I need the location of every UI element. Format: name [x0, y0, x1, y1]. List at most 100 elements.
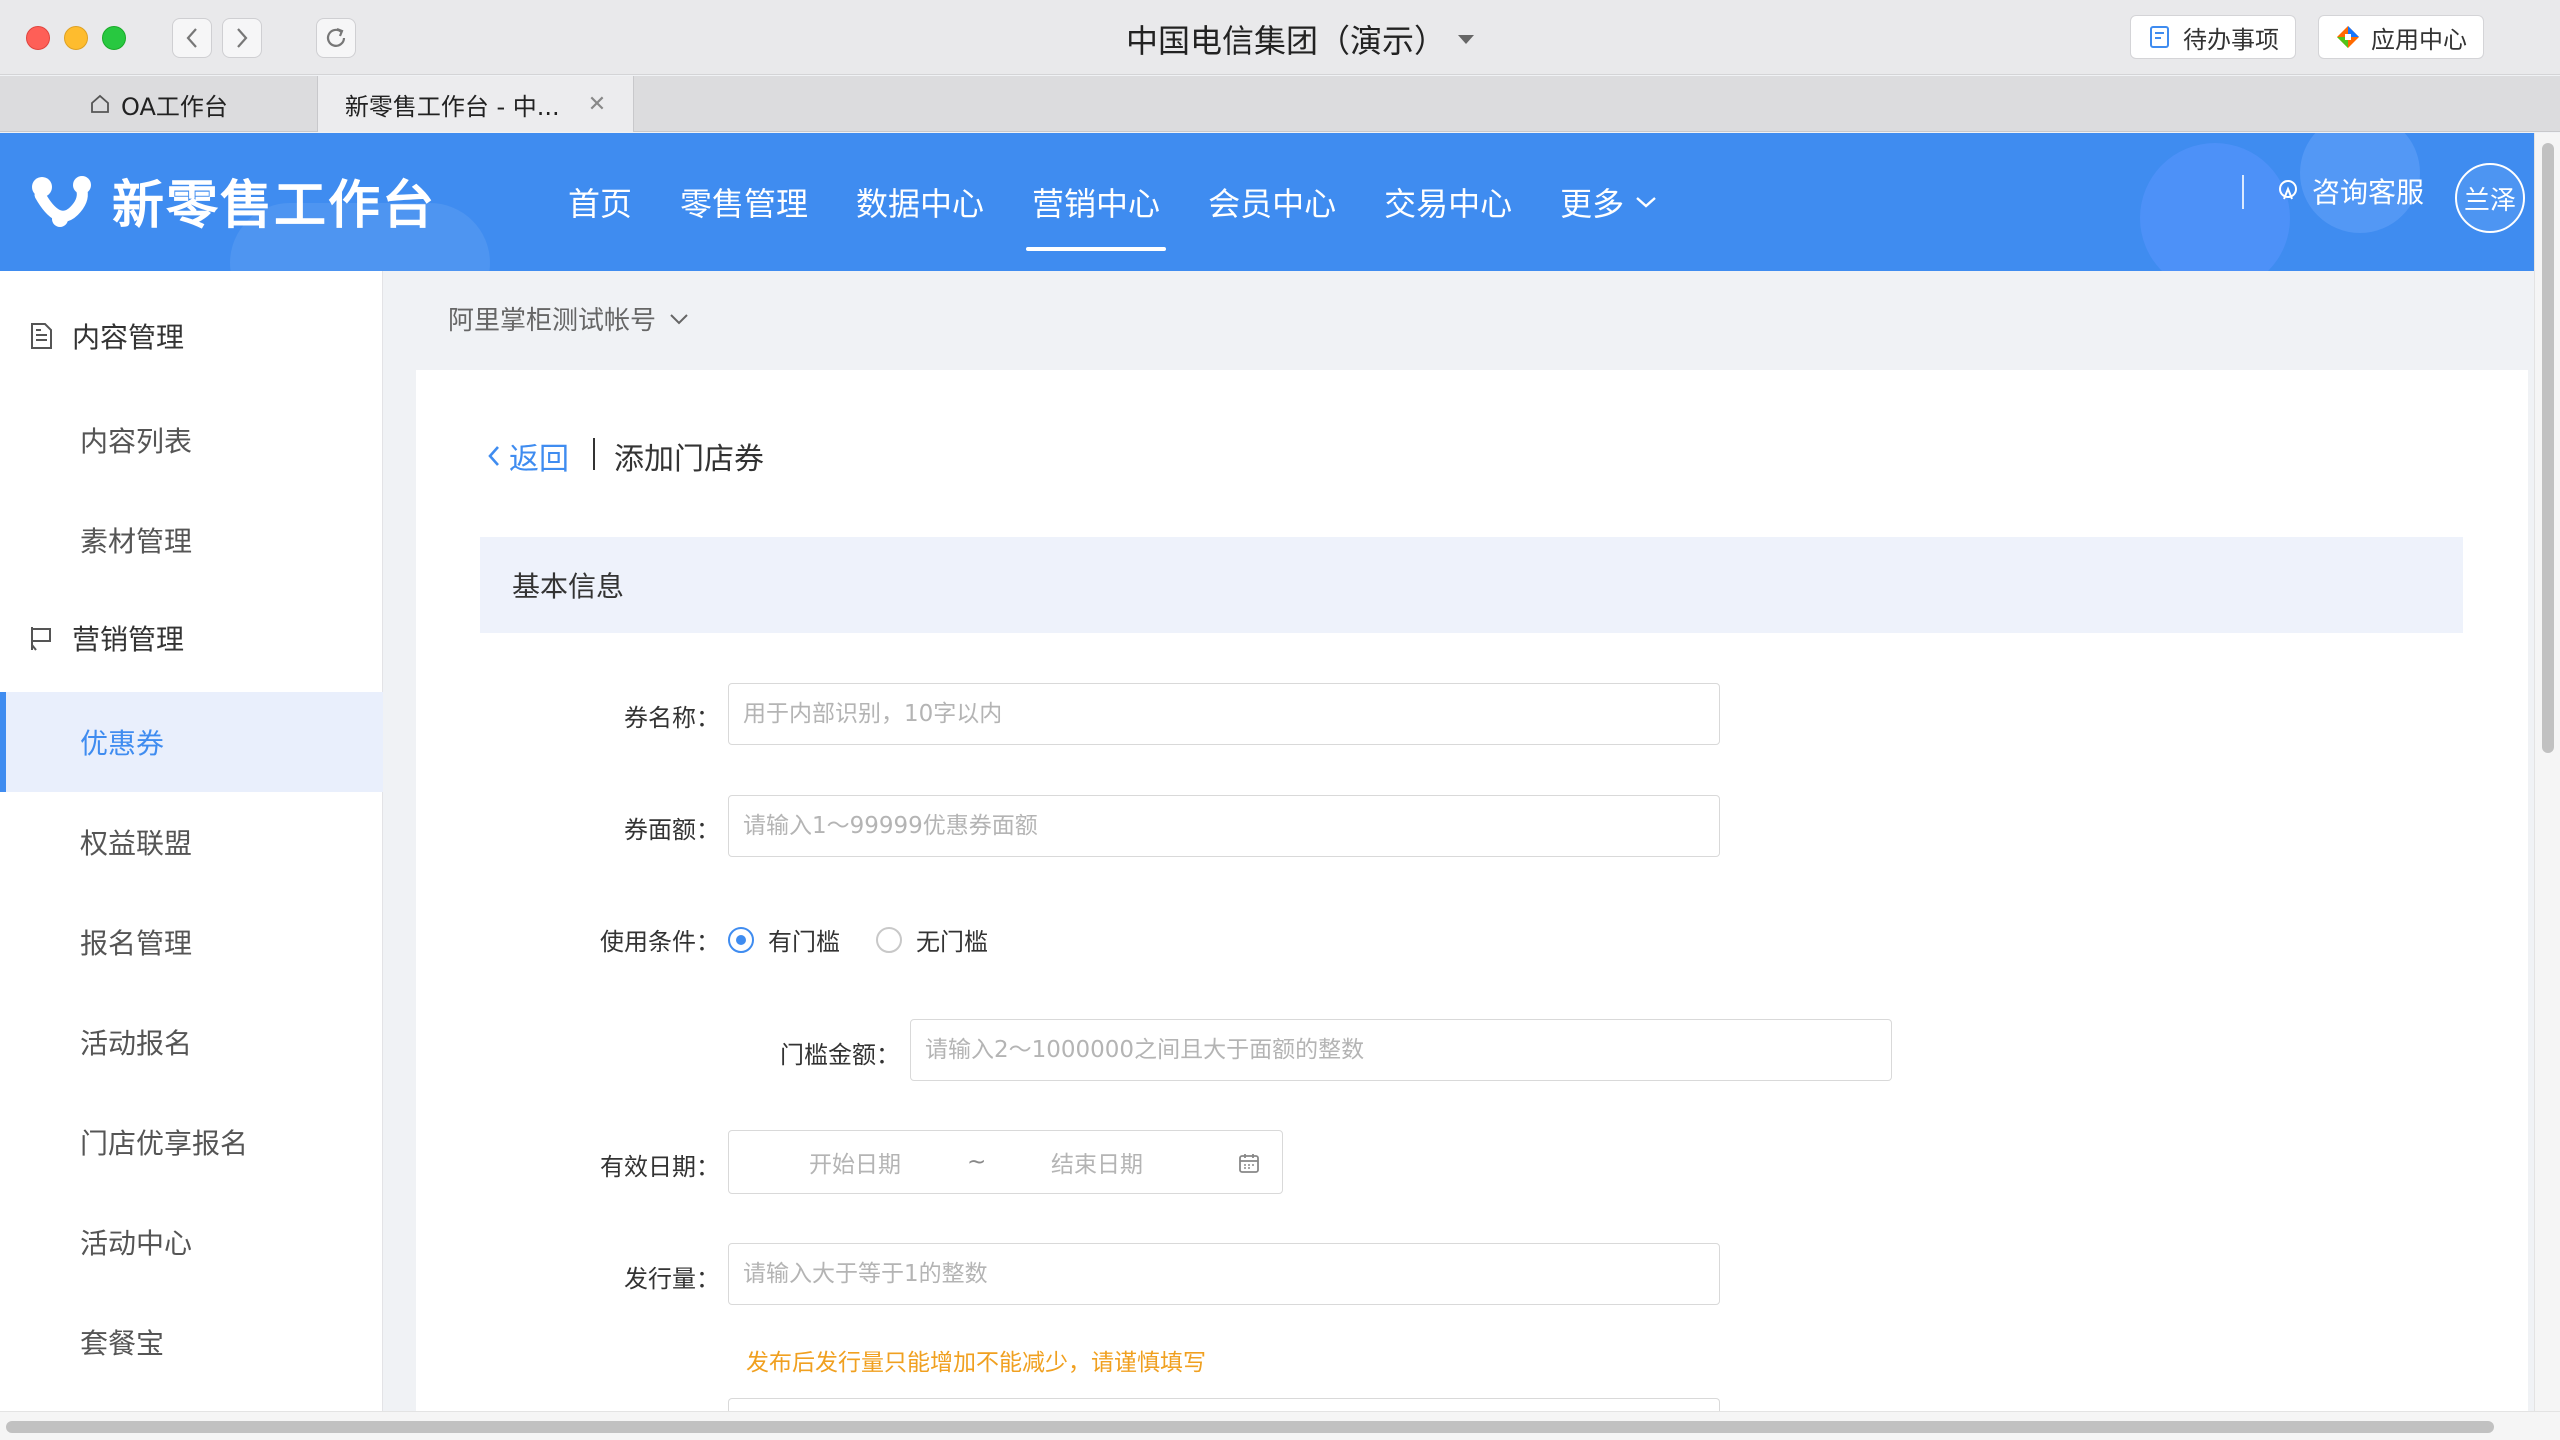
reload-button[interactable] [316, 18, 356, 58]
forward-nav-button[interactable] [222, 18, 262, 58]
coupon-name-label: 券名称： [624, 704, 720, 732]
coupon-name-input[interactable] [728, 683, 1720, 745]
sidebar-item-label: 报名管理 [80, 927, 193, 960]
nav-label: 零售管理 [680, 185, 809, 223]
reload-icon [326, 27, 346, 47]
header-divider [2242, 175, 2244, 209]
radio-label: 无门槛 [916, 928, 988, 956]
app-header: 新零售工作台 首页 零售管理 数据中心 营销中心 会员中心 交易中心 更多 咨询… [0, 133, 2534, 271]
main-nav: 首页 零售管理 数据中心 营销中心 会员中心 交易中心 更多 [548, 133, 1686, 271]
window-title[interactable]: 中国电信集团（演示） [1080, 16, 1520, 62]
todo-label: 待办事项 [2183, 25, 2279, 54]
section-title: 基本信息 [512, 570, 625, 603]
tab-retail-workbench[interactable]: 新零售工作台 - 中... ✕ [318, 76, 634, 132]
sidebar-item-package[interactable]: 套餐宝 [0, 1292, 383, 1392]
chevron-left-icon [488, 446, 499, 466]
customer-service-link[interactable]: 咨询客服 [2274, 171, 2424, 211]
avatar-text: 兰泽 [2463, 185, 2516, 216]
sidebar-item-label: 活动报名 [80, 1027, 193, 1060]
nav-label: 会员中心 [1208, 185, 1337, 223]
vertical-scrollbar-thumb[interactable] [2542, 143, 2554, 753]
usage-condition-label: 使用条件： [600, 928, 720, 956]
document-icon [31, 323, 52, 349]
radio-label: 有门槛 [768, 928, 840, 956]
tab-label: OA工作台 [121, 92, 228, 121]
quantity-hint: 发布后发行量只能增加不能减少，请谨慎填写 [746, 1350, 1206, 1376]
nav-label: 数据中心 [856, 185, 985, 223]
account-selector[interactable]: 阿里掌柜测试帐号 [448, 300, 690, 337]
tab-oa-workbench[interactable]: OA工作台 [0, 76, 318, 132]
coupon-amount-label: 券面额： [624, 816, 720, 844]
sidebar-item-materials[interactable]: 素材管理 [0, 490, 383, 590]
nav-label: 营销中心 [1032, 185, 1161, 223]
logo-text: 新零售工作台 [112, 176, 437, 236]
nav-trade-center[interactable]: 交易中心 [1364, 133, 1532, 271]
tab-label: 新零售工作台 - 中... [344, 92, 560, 121]
close-tab-icon[interactable]: ✕ [588, 92, 606, 117]
sidebar-item-label: 活动中心 [80, 1227, 193, 1260]
service-label: 咨询客服 [2312, 176, 2425, 209]
minimize-window-button[interactable] [64, 26, 88, 50]
threshold-amount-label: 门槛金额： [780, 1041, 900, 1069]
vertical-scrollbar[interactable] [2534, 133, 2560, 1415]
app-center-label: 应用中心 [2371, 25, 2467, 54]
chevron-left-icon [186, 28, 197, 48]
radio-checked-icon [728, 926, 754, 953]
close-window-button[interactable] [26, 26, 50, 50]
threshold-amount-input[interactable] [910, 1019, 1892, 1081]
sidebar-item-label: 优惠券 [80, 727, 165, 760]
nav-label: 首页 [568, 185, 633, 223]
coupon-amount-input[interactable] [728, 795, 1720, 857]
sidebar-group-marketing[interactable]: 营销管理 [0, 598, 383, 678]
user-avatar[interactable]: 兰泽 [2455, 163, 2525, 233]
chevron-down-icon [670, 313, 688, 324]
sidebar-group-label: 营销管理 [72, 623, 185, 656]
quantity-input[interactable] [728, 1243, 1720, 1305]
valid-date-label: 有效日期： [600, 1153, 720, 1181]
flag-icon [31, 627, 51, 651]
horizontal-scrollbar[interactable] [0, 1411, 2560, 1440]
sidebar-group-content[interactable]: 内容管理 [0, 296, 383, 376]
sidebar-item-rights-alliance[interactable]: 权益联盟 [0, 792, 383, 892]
horizontal-scrollbar-thumb[interactable] [6, 1421, 2494, 1433]
sidebar-group-label: 内容管理 [72, 321, 185, 354]
app-center-icon [2337, 26, 2359, 48]
sidebar-item-content-list[interactable]: 内容列表 [0, 390, 383, 490]
caret-down-icon [1458, 34, 1474, 44]
nav-retail[interactable]: 零售管理 [660, 133, 828, 271]
condition-threshold-radio[interactable]: 有门槛 [728, 922, 840, 957]
nav-more[interactable]: 更多 [1540, 133, 1678, 271]
window-title-text: 中国电信集团（演示） [1125, 22, 1446, 60]
sidebar: 内容管理 内容列表 素材管理 营销管理 优惠券 权益联盟 报名管理 活动报名 门… [0, 271, 383, 1411]
sidebar-item-label: 套餐宝 [80, 1327, 165, 1360]
back-nav-button[interactable] [172, 18, 212, 58]
sidebar-item-activity-signup[interactable]: 活动报名 [0, 992, 383, 1092]
breadcrumb-divider [593, 438, 595, 470]
todo-button[interactable]: 待办事项 [2130, 15, 2296, 59]
back-label: 返回 [509, 442, 569, 477]
calendar-icon [1239, 1154, 1259, 1173]
back-link[interactable]: 返回 [485, 434, 569, 478]
nav-label: 交易中心 [1384, 185, 1513, 223]
sidebar-item-activity-center[interactable]: 活动中心 [0, 1192, 383, 1292]
header-decoration [2140, 143, 2290, 271]
browser-tab-strip: OA工作台 新零售工作台 - 中... ✕ [0, 76, 2560, 132]
maximize-window-button[interactable] [102, 26, 126, 50]
app-logo[interactable]: 新零售工作台 [30, 163, 436, 238]
sidebar-item-store-signup[interactable]: 门店优享报名 [0, 1092, 383, 1192]
chevron-down-icon [1636, 197, 1656, 208]
nav-label: 更多 [1560, 185, 1625, 223]
sidebar-item-signup-management[interactable]: 报名管理 [0, 892, 383, 992]
app-center-button[interactable]: 应用中心 [2318, 15, 2484, 59]
sidebar-item-coupons[interactable]: 优惠券 [0, 692, 383, 792]
window-titlebar: 中国电信集团（演示） 待办事项 应用中心 [0, 0, 2560, 75]
nav-data-center[interactable]: 数据中心 [836, 133, 1004, 271]
nav-home[interactable]: 首页 [548, 133, 652, 271]
condition-no-threshold-radio[interactable]: 无门槛 [876, 922, 988, 957]
chevron-right-icon [237, 28, 248, 48]
section-header: 基本信息 [480, 537, 2463, 633]
radio-unchecked-icon [876, 926, 902, 953]
nav-marketing-center[interactable]: 营销中心 [1012, 133, 1180, 271]
nav-member-center[interactable]: 会员中心 [1188, 133, 1356, 271]
valid-date-range-picker[interactable]: 开始日期 ~ 结束日期 [728, 1130, 1283, 1194]
